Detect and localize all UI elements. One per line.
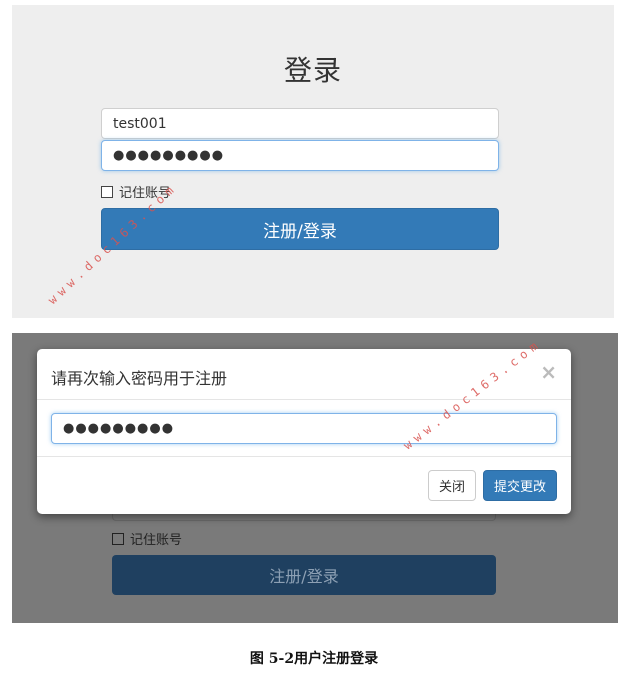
figure-caption: 图 5-2用户注册登录 — [249, 651, 379, 667]
close-icon[interactable]: × — [540, 360, 557, 384]
dimmed-remember-label: 记住账号 — [130, 533, 183, 548]
modal-body: ●●●●●●●●● — [37, 400, 571, 457]
register-login-button[interactable]: 注册/登录 — [101, 208, 499, 250]
username-value: test001 — [113, 115, 167, 132]
close-button[interactable]: 关闭 — [428, 470, 476, 501]
login-panel: 登录 test001 ●●●●●●●●● 记住账号 注册/登录 — [12, 5, 614, 318]
username-input[interactable]: test001 — [101, 108, 499, 139]
password-input[interactable]: ●●●●●●●●● — [101, 140, 499, 171]
modal-backdrop: 记住账号 注册/登录 请再次输入密码用于注册 × ●●●●●●●●● 关闭 提交… — [12, 333, 618, 623]
password-value: ●●●●●●●●● — [113, 148, 225, 163]
remember-checkbox[interactable] — [101, 185, 113, 198]
dimmed-remember-row: 记住账号 — [112, 529, 182, 548]
dimmed-register-login-button: 注册/登录 — [112, 555, 496, 595]
modal-title: 请再次输入密码用于注册 — [51, 369, 228, 388]
confirm-password-value: ●●●●●●●●● — [63, 421, 175, 436]
modal-footer: 关闭 提交更改 — [37, 457, 571, 514]
page-title: 登录 — [283, 54, 342, 87]
confirm-password-input[interactable]: ●●●●●●●●● — [51, 413, 557, 444]
dimmed-remember-checkbox — [112, 532, 124, 545]
submit-changes-button[interactable]: 提交更改 — [483, 470, 557, 501]
